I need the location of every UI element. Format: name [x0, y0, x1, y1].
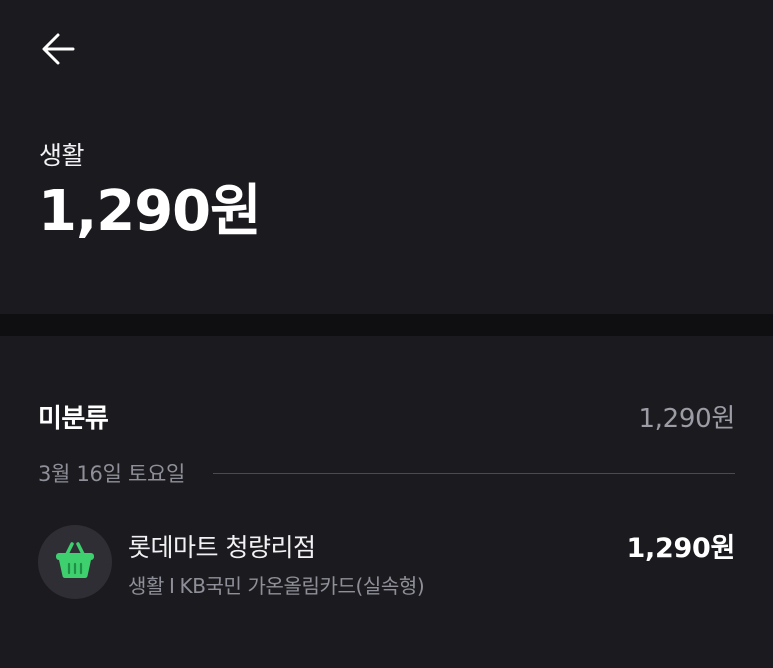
- payment-card: KB국민 가온올림카드(실속형): [179, 574, 425, 598]
- merchant-avatar: [38, 525, 112, 599]
- category-title: 생활: [39, 141, 85, 170]
- section-divider: [0, 314, 773, 336]
- date-header: 3월 16일 토요일: [38, 458, 735, 488]
- back-button[interactable]: [38, 30, 80, 72]
- transaction-category-screen: 생활 1,290원 미분류 1,290원 3월 16일 토요일 롯데마트 청량리…: [0, 0, 773, 668]
- merchant-name: 롯데마트 청량리점: [128, 533, 316, 562]
- section-title: 미분류: [38, 404, 109, 434]
- arrow-left-icon: [39, 29, 79, 73]
- transaction-amount: 1,290원: [626, 533, 736, 564]
- transaction-category: 생활: [128, 574, 164, 598]
- total-amount: 1,290원: [38, 179, 262, 244]
- transaction-details: 생활 I KB국민 가온올림카드(실속형): [128, 570, 425, 599]
- transaction-row[interactable]: 롯데마트 청량리점 생활 I KB국민 가온올림카드(실속형) 1,290원: [38, 524, 735, 600]
- section-total: 1,290원: [638, 404, 735, 434]
- date-label: 3월 16일 토요일: [38, 462, 186, 486]
- shopping-basket-icon: [54, 541, 96, 583]
- detail-separator: I: [169, 574, 175, 598]
- date-divider-line: [213, 472, 735, 474]
- transaction-section: 미분류 1,290원 3월 16일 토요일 롯데마트 청량리점 생활 I KB국…: [0, 336, 773, 668]
